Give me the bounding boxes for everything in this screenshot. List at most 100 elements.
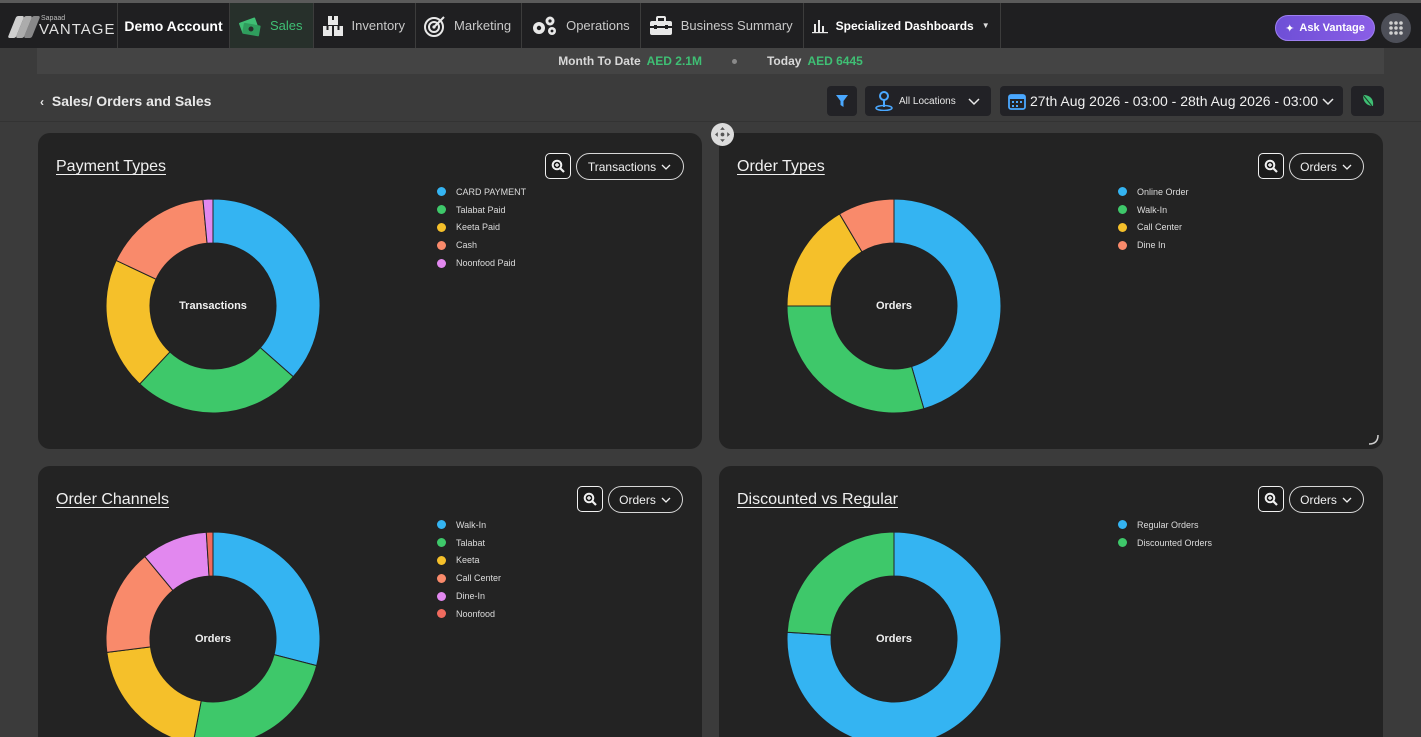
zoom-button[interactable]	[545, 153, 571, 179]
location-select[interactable]: All Locations	[865, 86, 991, 116]
legend-item[interactable]: Call Center	[437, 569, 501, 587]
legend-swatch	[437, 240, 446, 250]
resize-handle-icon[interactable]	[1367, 433, 1379, 445]
legend-label: Walk-In	[456, 519, 487, 530]
legend-label: Cash	[456, 240, 478, 251]
zoom-button[interactable]	[1258, 153, 1284, 179]
zoom-button[interactable]	[1258, 486, 1284, 512]
card-title[interactable]: Discounted vs Regular	[737, 491, 898, 509]
legend-label: Call Center	[456, 573, 502, 584]
legend-item[interactable]: Walk-In	[1118, 201, 1189, 219]
nav-specialized-dashboards[interactable]: Specialized Dashboards ▼	[804, 3, 1001, 48]
legend-swatch	[437, 573, 446, 583]
metric-select-value: Transactions	[587, 159, 657, 174]
metric-select[interactable]: Orders	[608, 486, 683, 513]
legend-item[interactable]: Discounted Orders	[1118, 534, 1212, 552]
logo-mark-icon	[7, 14, 41, 38]
nav-sales[interactable]: Sales	[230, 3, 314, 48]
date-range-value: 27th Aug 2026 - 03:00 - 28th Aug 2026 - …	[1030, 93, 1319, 109]
chevron-down-icon	[661, 497, 671, 503]
donut-slice-1[interactable]	[212, 531, 321, 667]
zoom-button[interactable]	[577, 486, 603, 512]
legend-item[interactable]: Talabat Paid	[437, 201, 526, 219]
donut-center-label: Transactions	[179, 300, 247, 312]
legend-item[interactable]: Dine In	[1118, 236, 1189, 254]
eco-leaf-button[interactable]	[1351, 86, 1384, 116]
legend-item[interactable]: Noonfood	[437, 605, 501, 623]
legend-item[interactable]: Noonfood Paid	[437, 254, 526, 272]
metric-select[interactable]: Orders	[1289, 486, 1364, 513]
legend-item[interactable]: CARD PAYMENT	[437, 183, 526, 201]
legend-label: Noonfood Paid	[456, 258, 516, 269]
legend-label: Dine In	[1137, 240, 1166, 251]
legend-item[interactable]: Keeta Paid	[437, 219, 526, 237]
card-title[interactable]: Order Channels	[56, 491, 169, 509]
back-chevron-icon[interactable]: ‹	[40, 95, 44, 109]
nav-business-summary-label: Business Summary	[680, 18, 793, 33]
legend-item[interactable]: Call Center	[1118, 219, 1189, 237]
top-navigation: Sapaad VANTAGE Demo Account Sales Invent…	[0, 0, 1421, 48]
breadcrumb-section[interactable]: Sales/	[52, 93, 92, 109]
nav-specialized-dashboards-label: Specialized Dashboards	[835, 18, 974, 33]
donut-slice-3[interactable]	[106, 646, 202, 737]
donut-slice-2[interactable]	[786, 531, 895, 636]
today-value: AED 6445	[807, 54, 863, 68]
ask-vantage-button[interactable]: ✦ Ask Vantage	[1275, 15, 1375, 41]
sparkle-icon: ✦	[1285, 22, 1295, 35]
nav-business-summary[interactable]: Business Summary	[641, 3, 804, 48]
nav-operations-label: Operations	[566, 18, 630, 33]
legend-swatch	[1118, 240, 1127, 250]
filter-button[interactable]	[827, 86, 857, 116]
chevron-down-icon	[968, 98, 980, 106]
metric-select[interactable]: Transactions	[576, 153, 684, 180]
donut-slice-2[interactable]	[786, 305, 925, 414]
card-title[interactable]: Order Types	[737, 158, 825, 176]
donut-slice-4[interactable]	[115, 198, 208, 280]
nav-marketing-label: Marketing	[454, 18, 512, 33]
account-name[interactable]: Demo Account	[118, 3, 230, 48]
metric-select-value: Orders	[1300, 492, 1337, 507]
legend-label: CARD PAYMENT	[456, 186, 527, 197]
nav-marketing[interactable]: Marketing	[416, 3, 523, 48]
apps-menu-button[interactable]	[1381, 13, 1411, 43]
legend-label: Call Center	[1137, 222, 1183, 233]
legend-swatch	[1118, 187, 1127, 197]
legend-item[interactable]: Regular Orders	[1118, 516, 1212, 534]
card-order-channels: Order Channels Orders Walk-In Talabat Keet…	[38, 466, 702, 737]
card-title[interactable]: Payment Types	[56, 158, 166, 176]
card-payment-types: Payment Types Transactions CARD PAYMENT T…	[38, 133, 702, 449]
money-icon	[239, 17, 261, 36]
nav-sales-label: Sales	[270, 18, 303, 33]
legend-label: Keeta Paid	[456, 222, 501, 233]
legend-swatch	[1118, 538, 1127, 548]
donut-slice-1[interactable]	[212, 198, 321, 378]
date-range-select[interactable]: 27th Aug 2026 - 03:00 - 28th Aug 2026 - …	[1000, 86, 1343, 116]
legend-item[interactable]: Walk-In	[437, 516, 501, 534]
metric-select[interactable]: Orders	[1289, 153, 1364, 180]
zoom-icon	[551, 159, 565, 173]
chevron-down-icon	[1322, 98, 1334, 106]
breadcrumb: ‹ Sales/ Orders and Sales	[40, 93, 211, 109]
legend-item[interactable]: Cash	[437, 236, 526, 254]
breadcrumb-page: Orders and Sales	[96, 93, 212, 109]
zoom-icon	[583, 492, 597, 506]
legend-item[interactable]: Keeta	[437, 552, 501, 570]
legend-swatch	[437, 222, 446, 232]
legend-item[interactable]: Talabat	[437, 534, 501, 552]
card-order-types: Order Types Orders Online Order Walk-In Ca…	[719, 133, 1383, 449]
nav-inventory[interactable]: Inventory	[314, 3, 417, 48]
metric-select-value: Orders	[1300, 159, 1337, 174]
logo-big-text: VANTAGE	[39, 20, 116, 38]
location-pin-icon	[875, 91, 893, 111]
legend-item[interactable]: Online Order	[1118, 183, 1189, 201]
ask-vantage-label: Ask Vantage	[1299, 22, 1365, 34]
brand-logo[interactable]: Sapaad VANTAGE	[0, 3, 118, 48]
chart-legend: CARD PAYMENT Talabat Paid Keeta Paid Cash No…	[437, 183, 526, 272]
legend-label: Walk-In	[1137, 204, 1168, 215]
chevron-down-icon	[1342, 497, 1352, 503]
chevron-down-icon	[661, 164, 671, 170]
legend-item[interactable]: Dine-In	[437, 587, 501, 605]
nav-operations[interactable]: Operations	[522, 3, 641, 48]
move-handle[interactable]	[711, 123, 734, 146]
donut-slice-2[interactable]	[193, 654, 318, 737]
